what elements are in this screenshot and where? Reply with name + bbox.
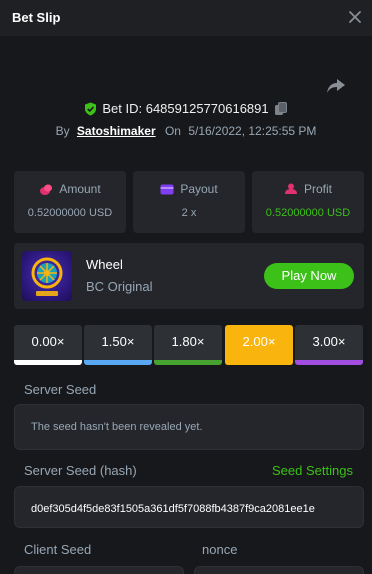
multiplier-color-bar <box>154 360 222 365</box>
multiplier-label: 0.00× <box>31 334 65 349</box>
shield-check-icon <box>85 102 97 115</box>
multiplier-label: 1.50× <box>101 334 135 349</box>
bet-author-row: By Satoshimaker On 5/16/2022, 12:25:55 P… <box>0 124 372 138</box>
wheel-game-thumbnail[interactable] <box>22 251 72 301</box>
modal-title: Bet Slip <box>12 10 61 25</box>
seed-settings-link[interactable]: Seed Settings <box>272 463 353 478</box>
multiplier-color-bar <box>84 360 152 365</box>
game-name: Wheel <box>86 257 123 272</box>
multiplier-color-bar <box>225 360 293 365</box>
profit-icon <box>284 183 297 194</box>
bet-id-row: Bet ID: 648591257706168‌91 <box>0 101 372 119</box>
client-seed-label: Client Seed <box>24 542 92 557</box>
copy-icon[interactable] <box>274 101 288 116</box>
share-icon[interactable] <box>326 77 346 95</box>
multiplier-0[interactable]: 0.00× <box>14 325 82 365</box>
server-seed-hash-label: Server Seed (hash) <box>24 463 137 478</box>
nonce-label: nonce <box>202 542 238 557</box>
multiplier-4[interactable]: 3.00× <box>295 325 363 365</box>
profit-label: Profit <box>303 182 332 196</box>
amount-value: 0.52000000 USD <box>27 207 113 219</box>
close-icon[interactable] <box>346 8 364 26</box>
by-label: By <box>55 124 70 138</box>
on-label: On <box>164 124 181 138</box>
client-seed-field[interactable] <box>14 566 184 574</box>
multiplier-3-selected[interactable]: 2.00× <box>225 325 293 365</box>
nonce-field[interactable] <box>194 566 364 574</box>
play-now-button[interactable]: Play Now <box>264 263 354 289</box>
server-seed-field: The seed hasn't been revealed yet. <box>14 404 364 450</box>
bet-slip-header: Bet Slip <box>0 0 372 36</box>
profit-value: 0.52000000 USD <box>265 207 351 219</box>
multiplier-row: 0.00× 1.50× 1.80× 2.00× 3.00× <box>14 325 364 365</box>
wheel-icon <box>31 257 63 296</box>
multiplier-color-bar <box>295 360 363 365</box>
bet-stats: Amount 0.52000000 USD Payout 2 x Profit … <box>14 171 364 233</box>
multiplier-1[interactable]: 1.50× <box>84 325 152 365</box>
multiplier-2[interactable]: 1.80× <box>154 325 222 365</box>
multiplier-label: 1.80× <box>171 334 205 349</box>
game-category: BC Original <box>86 279 153 294</box>
username-link[interactable]: Satoshimaker <box>77 124 156 138</box>
bet-id: Bet ID: 648591257706168‌91 <box>102 101 269 116</box>
multiplier-color-bar <box>14 360 82 365</box>
server-seed-hash-field[interactable]: d0ef305d4f5de83f1505a361df5f7088fb4387f9… <box>14 486 364 528</box>
amount-card: Amount 0.52000000 USD <box>14 171 126 233</box>
server-seed-label: Server Seed <box>24 382 97 397</box>
game-card: Wheel BC Original Play Now <box>14 243 364 309</box>
multiplier-label: 3.00× <box>312 334 346 349</box>
multiplier-label: 2.00× <box>242 334 276 349</box>
bet-timestamp: 5/16/2022, 12:25:55 PM <box>188 124 317 138</box>
coins-icon <box>40 184 53 195</box>
payout-card: Payout 2 x <box>133 171 245 233</box>
amount-label: Amount <box>59 182 101 196</box>
payout-value: 2 x <box>181 207 197 219</box>
card-icon <box>160 184 174 194</box>
payout-label: Payout <box>180 182 218 196</box>
profit-card: Profit 0.52000000 USD <box>252 171 364 233</box>
